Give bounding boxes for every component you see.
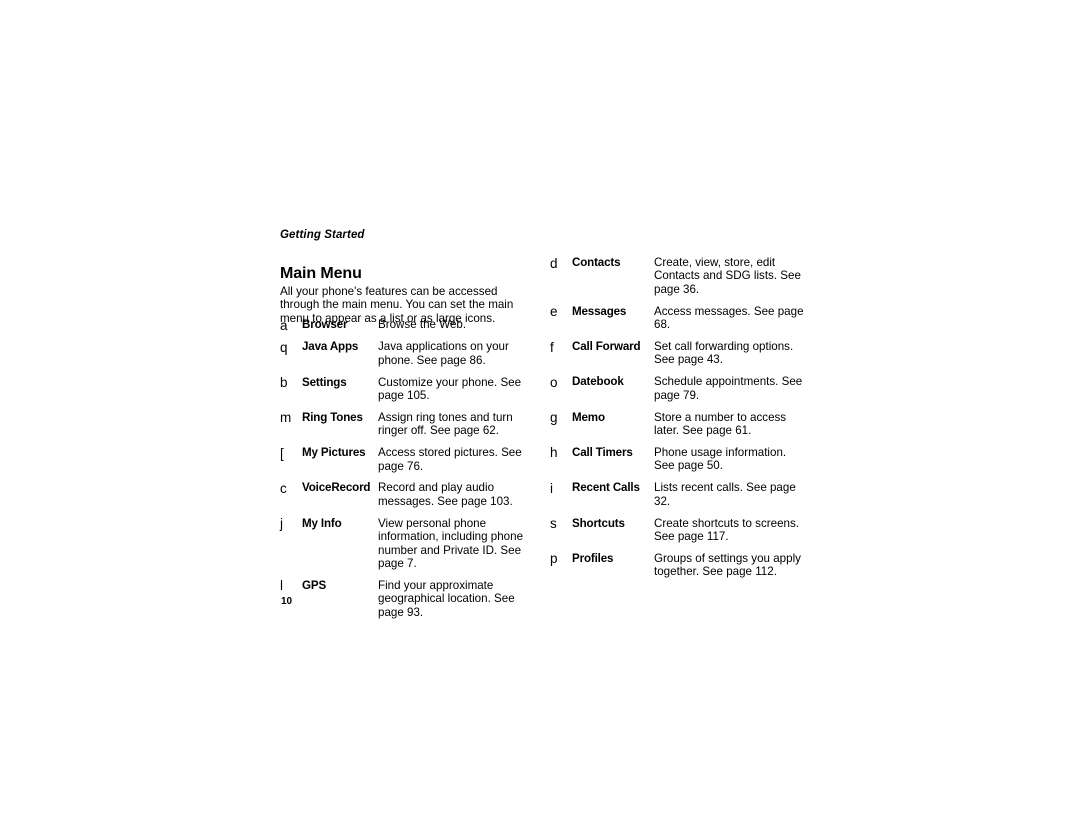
recent-calls-icon: i [550, 480, 553, 496]
menu-item-description: Customize your phone. See page 105. [378, 375, 522, 402]
menu-item-messages[interactable]: e Messages Access messages. See page 68. [550, 305, 805, 332]
menu-item-label: Shortcuts [572, 516, 625, 530]
menu-item-recent-calls[interactable]: i Recent Calls Lists recent calls. See pag… [550, 481, 805, 508]
my-pictures-icon: [ [280, 445, 284, 461]
menu-item-label: Browser [302, 318, 348, 331]
shortcuts-icon: s [550, 516, 557, 532]
ring-tones-icon: m [280, 410, 292, 426]
menu-list-right: d Contacts Create, view, store, edit Conta… [550, 256, 805, 579]
menu-item-label: Call Timers [572, 445, 633, 459]
menu-item-label: Messages [572, 304, 627, 318]
menu-item-label: Datebook [572, 375, 624, 389]
messages-icon: e [550, 304, 558, 320]
menu-item-description: Record and play audio messages. See page… [378, 481, 513, 508]
browser-icon: a [280, 317, 288, 333]
menu-item-profiles[interactable]: p Profiles Groups of settings you apply to… [550, 552, 805, 579]
menu-item-label: My Pictures [302, 446, 366, 460]
menu-item-ring-tones[interactable]: m Ring Tones Assign ring tones and turn ri… [280, 411, 535, 438]
menu-item-description: Schedule appointments. See page 79. [654, 375, 803, 402]
menu-item-description: Groups of settings you apply together. S… [654, 551, 801, 579]
menu-item-datebook[interactable]: o Datebook Schedule appointments. See page… [550, 375, 805, 402]
voicerecord-icon: c [280, 480, 287, 496]
menu-item-my-pictures[interactable]: [ My Pictures Access stored pictures. See … [280, 446, 535, 473]
menu-item-shortcuts[interactable]: s Shortcuts Create shortcuts to screens. S… [550, 517, 805, 544]
menu-item-label: Call Forward [572, 340, 641, 354]
menu-item-java-apps[interactable]: q Java Apps Java applications on your phon… [280, 340, 535, 367]
menu-item-label: Settings [302, 375, 347, 389]
gps-icon: l [280, 578, 283, 594]
menu-item-call-forward[interactable]: f Call Forward Set call forwarding options… [550, 340, 805, 367]
settings-icon: b [280, 375, 288, 391]
call-timers-icon: h [550, 445, 558, 461]
menu-item-description: Store a number to access later. See page… [654, 410, 787, 438]
menu-item-memo[interactable]: g Memo Store a number to access later. See… [550, 411, 805, 438]
menu-item-label: Ring Tones [302, 410, 363, 424]
menu-item-label: VoiceRecord [302, 481, 371, 495]
profiles-icon: p [550, 551, 558, 567]
menu-item-label: GPS [302, 578, 327, 592]
menu-item-label: Profiles [572, 551, 614, 565]
memo-icon: g [550, 410, 558, 426]
menu-item-label: My Info [302, 516, 342, 530]
menu-item-description: Lists recent calls. See page 32. [654, 481, 796, 508]
menu-item-contacts[interactable]: d Contacts Create, view, store, edit Conta… [550, 256, 805, 296]
menu-item-description: View personal phone information, includi… [378, 516, 524, 570]
manual-page: Getting Started Main Menu All your phone… [0, 0, 1080, 834]
java-apps-icon: q [280, 339, 288, 355]
menu-item-my-info[interactable]: j My Info View personal phone information,… [280, 517, 535, 571]
menu-item-description: Set call forwarding options. See page 43… [654, 340, 794, 367]
menu-item-description: Java applications on your phone. See pag… [378, 340, 509, 367]
menu-item-label: Java Apps [302, 340, 359, 354]
menu-item-description: Browse the Web. [378, 318, 467, 331]
menu-item-description: Create, view, store, edit Contacts and S… [654, 256, 801, 296]
menu-item-description: Create shortcuts to screens. See page 11… [654, 516, 799, 543]
menu-item-label: Recent Calls [572, 481, 640, 495]
menu-item-description: Assign ring tones and turn ringer off. S… [378, 410, 513, 438]
page-title: Main Menu [280, 264, 362, 282]
menu-item-description: Access messages. See page 68. [654, 304, 804, 332]
contacts-icon: d [550, 255, 558, 271]
menu-list-left: a Browser Browse the Web. q Java Apps Java ap… [280, 318, 535, 619]
call-forward-icon: f [550, 339, 554, 355]
menu-item-description: Phone usage information. See page 50. [654, 445, 787, 473]
menu-item-description: Access stored pictures. See page 76. [378, 446, 522, 473]
menu-item-settings[interactable]: b Settings Customize your phone. See page … [280, 376, 535, 403]
menu-item-gps[interactable]: l GPS Find your approximate geographical l… [280, 579, 535, 619]
running-head: Getting Started [280, 229, 365, 241]
my-info-icon: j [280, 516, 283, 532]
menu-item-label: Memo [572, 410, 605, 424]
page-number: 10 [281, 596, 293, 607]
menu-item-call-timers[interactable]: h Call Timers Phone usage information. See… [550, 446, 805, 473]
menu-item-browser[interactable]: a Browser Browse the Web. [280, 318, 535, 332]
menu-item-label: Contacts [572, 256, 621, 269]
datebook-icon: o [550, 374, 558, 390]
menu-item-voicerecord[interactable]: c VoiceRecord Record and play audio messag… [280, 481, 535, 508]
menu-item-description: Find your approximate geographical locat… [378, 578, 515, 619]
